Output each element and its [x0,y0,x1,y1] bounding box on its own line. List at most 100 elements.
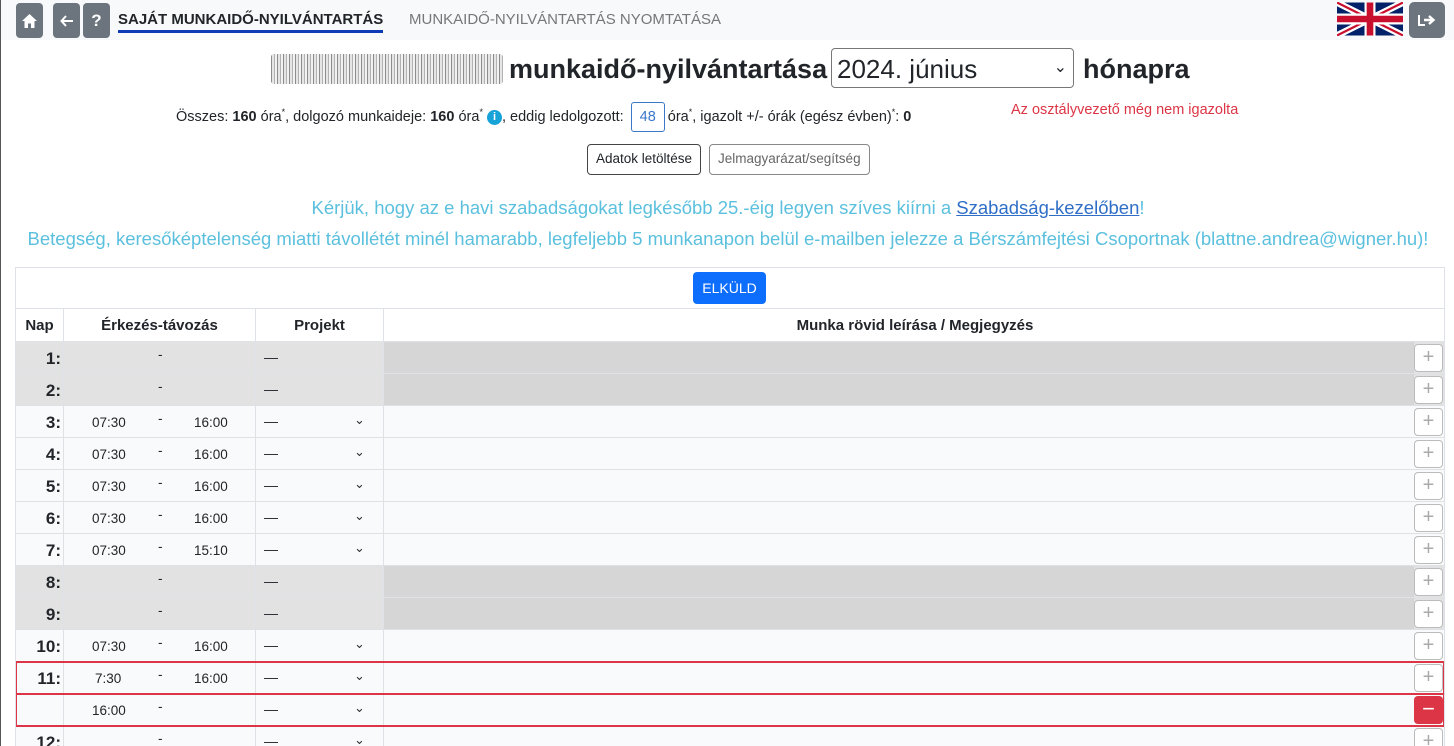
chevron-down-icon: ⌄ [354,508,365,523]
time-cell: 16:00 - [64,694,256,726]
month-select[interactable]: 2024. június ⌄ [831,48,1074,88]
description-input[interactable] [384,630,1414,662]
project-cell[interactable]: — ⌄ [256,534,384,566]
day-number: 6: [16,502,64,534]
page-title-row: munkaidő-nyilvántartása 2024. június ⌄ h… [1,48,1454,92]
add-row-button[interactable]: + [1414,408,1443,436]
table-row: 3: 07:30-16:00— ⌄ + [16,405,1444,438]
time-cell: 07:30 - 16:00 [64,502,256,534]
add-row-button[interactable]: + [1414,344,1443,372]
departure-input[interactable]: 16:00 [194,447,228,462]
back-button[interactable] [53,3,80,38]
worked-label: , eddig ledolgozott: [501,108,624,125]
leave-manager-link[interactable]: Szabadság-kezelőben [956,197,1139,218]
header-arrival-departure: Érkezés-távozás [64,309,256,342]
project-cell[interactable]: — ⌄ [256,406,384,438]
header-day: Nap [16,309,64,342]
arrival-input[interactable]: 7:30 [95,671,121,686]
arrival-input[interactable]: 07:30 [92,415,126,430]
add-row-button[interactable]: + [1414,440,1443,468]
arrival-input[interactable]: 07:30 [92,447,126,462]
home-icon [22,13,37,28]
unit-label: óra [260,108,282,125]
time-separator: - [158,539,163,554]
time-cell: 07:30 - 16:00 [64,470,256,502]
project-cell[interactable]: — ⌄ [256,662,384,694]
description-input[interactable] [384,726,1414,746]
arrival-input[interactable]: 07:30 [92,639,126,654]
project-cell[interactable]: — ⌄ [256,470,384,502]
project-cell[interactable]: — ⌄ [256,726,384,746]
departure-input[interactable]: 16:00 [194,415,228,430]
time-cell: 07:30 - 16:00 [64,406,256,438]
time-cell: - [64,566,256,598]
page-title-suffix: hónapra [1083,54,1190,84]
add-row-button[interactable]: + [1414,728,1443,746]
table-row: 1: - — + [16,341,1444,374]
home-button[interactable] [16,3,43,38]
header-description: Munka rövid leírása / Megjegyzés [796,317,1034,334]
day-number: 10: [16,630,64,662]
day-number: 4: [16,438,64,470]
arrival-input[interactable]: 07:30 [92,511,126,526]
departure-input[interactable]: 15:10 [194,543,228,558]
project-select-value: — [264,637,278,653]
english-language-button[interactable] [1335,0,1405,39]
project-cell: — [256,374,384,406]
time-separator: - [158,411,163,426]
departure-input[interactable]: 16:00 [194,639,228,654]
help-button[interactable]: ? [83,3,110,38]
time-cell: - [64,726,256,746]
project-cell[interactable]: — ⌄ [256,694,384,726]
chevron-down-icon: ⌄ [354,412,365,427]
add-row-button[interactable]: + [1414,536,1443,564]
departure-input[interactable]: 16:00 [194,479,228,494]
logout-button[interactable] [1409,2,1445,38]
download-data-button[interactable]: Adatok letöltése [587,144,702,175]
departure-input[interactable]: 16:00 [194,671,228,686]
info-icon[interactable]: i [486,109,502,125]
total-value: 160 [232,108,257,125]
description-input[interactable] [384,662,1414,694]
legend-help-button[interactable]: Jelmagyarázat/segítség [709,144,870,175]
description-input[interactable] [384,438,1414,470]
project-cell[interactable]: — ⌄ [256,502,384,534]
timesheet-table: ELKÜLD Nap Érkezés-távozás Projekt Munka… [15,267,1445,746]
project-cell: — [256,598,384,630]
table-row: 2: - — + [16,373,1444,406]
add-row-button[interactable]: + [1414,376,1443,404]
project-cell[interactable]: — ⌄ [256,438,384,470]
day-number: 11: [16,662,64,694]
description-input[interactable] [384,694,1414,726]
time-cell: 07:30 - 15:10 [64,534,256,566]
arrival-input[interactable]: 16:00 [92,703,126,718]
project-select-value: — [264,413,278,429]
table-row: 5: 07:30-16:00— ⌄ + [16,469,1444,502]
project-select-value: — [264,445,278,461]
table-row: 12: - — ⌄ + [16,725,1444,746]
description-input[interactable] [384,502,1414,534]
send-button[interactable]: ELKÜLD [693,272,766,304]
worked-hours-field[interactable]: 48 [630,102,665,132]
arrival-input[interactable]: 07:30 [92,543,126,558]
departure-input[interactable]: 16:00 [194,511,228,526]
add-row-button[interactable]: + [1414,568,1443,596]
description-input[interactable] [384,534,1414,566]
time-cell: - [64,374,256,406]
description-input[interactable] [384,470,1414,502]
chevron-down-icon: ⌄ [1053,59,1067,76]
nav-own-timesheet[interactable]: SAJÁT MUNKAIDŐ-NYILVÁNTARTÁS [118,11,384,33]
add-row-button[interactable]: + [1414,664,1443,692]
time-cell: 7:30 - 16:00 [64,662,256,694]
add-row-button[interactable]: + [1414,472,1443,500]
remove-row-button[interactable]: − [1414,696,1443,724]
add-row-button[interactable]: + [1414,632,1443,660]
add-row-button[interactable]: + [1414,600,1443,628]
arrival-input[interactable]: 07:30 [92,479,126,494]
project-cell: — [256,342,384,374]
project-cell[interactable]: — ⌄ [256,630,384,662]
description-input[interactable] [384,406,1414,438]
add-row-button[interactable]: + [1414,504,1443,532]
header-project: Projekt [256,309,384,342]
nav-print-timesheet[interactable]: MUNKAIDŐ-NYILVÁNTARTÁS NYOMTATÁSA [409,11,721,28]
